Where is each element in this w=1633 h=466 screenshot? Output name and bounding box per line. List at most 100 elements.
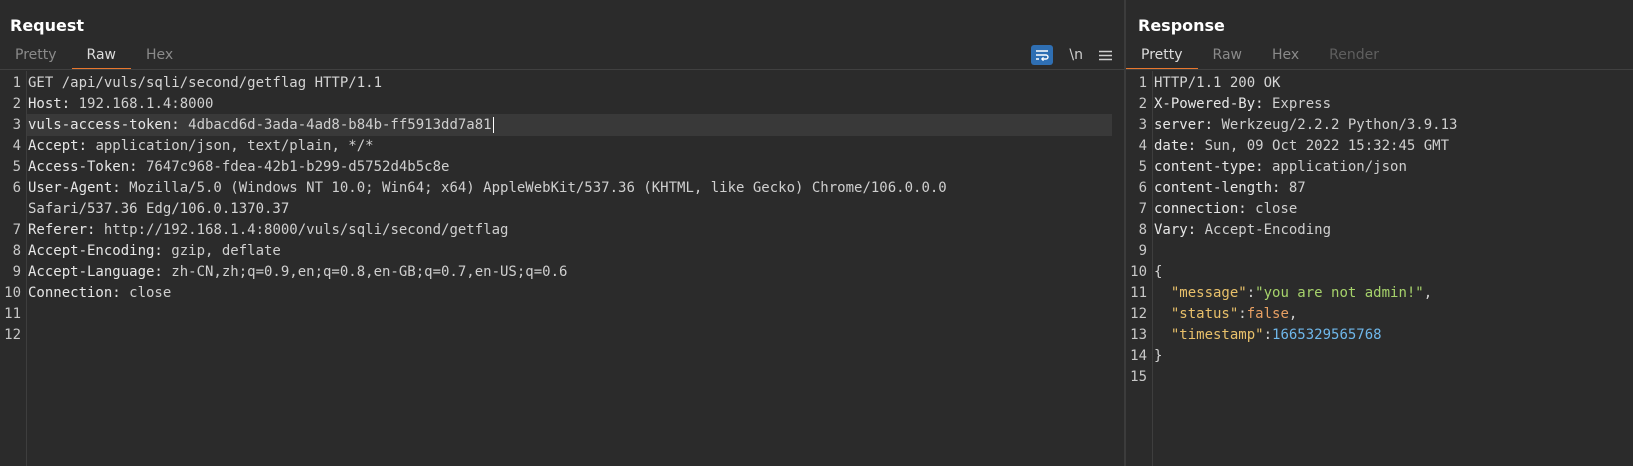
response-title: Response — [1138, 16, 1225, 35]
line-content: Vary: Accept-Encoding — [1154, 219, 1633, 241]
header-value: 192.168.1.4:8000 — [70, 96, 214, 112]
header-name: Referer: — [28, 222, 96, 238]
line-content: Host: 192.168.1.4:8000 — [28, 93, 1124, 115]
hamburger-menu-icon[interactable] — [1099, 50, 1112, 61]
editor-line: 3 vuls-access-token: 4dbacd6d-3ada-4ad8-b… — [0, 114, 1124, 136]
line-content: "timestamp":1665329565768 — [1154, 324, 1633, 346]
line-number: 2 — [12, 96, 21, 112]
editor-line: 15 — [1126, 366, 1633, 388]
request-tab-hex[interactable]: Hex — [131, 44, 188, 68]
response-editor[interactable]: 1 HTTP/1.1 200 OK 2 X-Powered-By: Express 3 s… — [1126, 71, 1633, 466]
line-text: } — [1154, 348, 1163, 364]
line-content: date: Sun, 09 Oct 2022 15:32:45 GMT — [1154, 135, 1633, 157]
line-number: 12 — [1130, 306, 1147, 322]
line-content: vuls-access-token: 4dbacd6d-3ada-4ad8-b8… — [28, 114, 1124, 136]
editor-line: 4 Accept: application/json, text/plain, *… — [0, 135, 1124, 157]
header-name: Accept-Encoding: — [28, 243, 163, 259]
json-token: "status" — [1170, 306, 1239, 322]
header-name: Host: — [28, 96, 71, 112]
editor-line: 2 X-Powered-By: Express — [1126, 93, 1633, 115]
header-value: Express — [1263, 96, 1332, 112]
editor-line: 10 { — [1126, 261, 1633, 283]
line-content: User-Agent: Mozilla/5.0 (Windows NT 10.0… — [28, 177, 1124, 199]
line-number: 14 — [1130, 348, 1147, 364]
line-content: server: Werkzeug/2.2.2 Python/3.9.13 — [1154, 114, 1633, 136]
line-number: 15 — [1130, 369, 1147, 385]
json-token: "you are not admin!" — [1255, 285, 1424, 301]
line-number: 7 — [1138, 201, 1147, 217]
line-number: 9 — [12, 264, 21, 280]
line-content: Connection: close — [28, 282, 1124, 304]
editor-line: 11 "message":"you are not admin!", — [1126, 282, 1633, 304]
header-name: vuls-access-token: — [28, 117, 180, 133]
line-number: 1 — [1138, 75, 1147, 91]
line-number: 8 — [12, 243, 21, 259]
line-number: 8 — [1138, 222, 1147, 238]
line-content: Accept: application/json, text/plain, */… — [28, 135, 1124, 157]
line-number: 6 — [1138, 180, 1147, 196]
editor-line: 4 date: Sun, 09 Oct 2022 15:32:45 GMT — [1126, 135, 1633, 157]
json-token: : — [1263, 327, 1273, 343]
header-value: Sun, 09 Oct 2022 15:32:45 GMT — [1196, 138, 1450, 154]
editor-line: 12 — [0, 324, 1124, 346]
line-content: content-length: 87 — [1154, 177, 1633, 199]
request-tabs: Pretty Raw Hex — [0, 44, 188, 70]
editor-line: 9 Accept-Language: zh-CN,zh;q=0.9,en;q=0.… — [0, 261, 1124, 283]
request-tab-raw[interactable]: Raw — [71, 44, 132, 70]
request-toolbar: \n — [1031, 44, 1112, 66]
request-editor[interactable]: 1 GET /api/vuls/sqli/second/getflag HTTP/… — [0, 71, 1124, 466]
line-number: 4 — [1138, 138, 1147, 154]
header-name: Accept: — [28, 138, 88, 154]
header-value: close — [120, 285, 172, 301]
header-value: 7647c968-fdea-42b1-b299-d5752d4b5c8e — [137, 159, 450, 175]
header-name: date: — [1154, 138, 1197, 154]
tabs-divider — [0, 69, 1124, 70]
response-tab-hex[interactable]: Hex — [1257, 44, 1314, 68]
line-number: 1 — [12, 75, 21, 91]
tabs-divider — [1126, 69, 1633, 70]
line-text: { — [1154, 264, 1163, 280]
show-newlines-button[interactable]: \n — [1069, 47, 1083, 63]
line-content: "status":false, — [1154, 303, 1633, 325]
response-tab-render[interactable]: Render — [1314, 44, 1394, 68]
header-name: Vary: — [1154, 222, 1197, 238]
json-token: , — [1423, 285, 1433, 301]
header-value: Accept-Encoding — [1196, 222, 1332, 238]
editor-line: 6 content-length: 87 — [1126, 177, 1633, 199]
line-content: Safari/537.36 Edg/106.0.1370.37 — [28, 198, 1124, 220]
header-name: content-type: — [1154, 159, 1264, 175]
header-value: http://192.168.1.4:8000/vuls/sqli/second… — [95, 222, 509, 238]
header-name: connection: — [1154, 201, 1247, 217]
editor-line: 5 Access-Token: 7647c968-fdea-42b1-b299-d… — [0, 156, 1124, 178]
line-content: "message":"you are not admin!", — [1154, 282, 1633, 304]
request-tab-pretty[interactable]: Pretty — [0, 44, 72, 68]
header-value: 87 — [1280, 180, 1306, 196]
response-tab-raw[interactable]: Raw — [1198, 44, 1257, 68]
editor-line: 12 "status":false, — [1126, 303, 1633, 325]
json-token: , — [1288, 306, 1298, 322]
line-content: GET /api/vuls/sqli/second/getflag HTTP/1… — [28, 72, 1124, 94]
line-number: 12 — [4, 327, 21, 343]
request-pane: Request Pretty Raw Hex \n 1 GET /api/vuls… — [0, 0, 1124, 466]
line-number: 4 — [12, 138, 21, 154]
line-text: GET /api/vuls/sqli/second/getflag HTTP/1… — [28, 75, 383, 91]
line-content: Accept-Language: zh-CN,zh;q=0.9,en;q=0.8… — [28, 261, 1124, 283]
response-tab-pretty[interactable]: Pretty — [1126, 44, 1198, 70]
line-content: Referer: http://192.168.1.4:8000/vuls/sq… — [28, 219, 1124, 241]
editor-line: 7 connection: close — [1126, 198, 1633, 220]
line-content: connection: close — [1154, 198, 1633, 220]
editor-line: 7 Referer: http://192.168.1.4:8000/vuls/s… — [0, 219, 1124, 241]
header-name: Connection: — [28, 285, 121, 301]
header-name: Accept-Language: — [28, 264, 163, 280]
line-number: 3 — [1138, 117, 1147, 133]
editor-line: Safari/537.36 Edg/106.0.1370.37 — [0, 198, 1124, 220]
line-content: } — [1154, 345, 1633, 367]
editor-line: 2 Host: 192.168.1.4:8000 — [0, 93, 1124, 115]
json-token: "message" — [1170, 285, 1247, 301]
line-number: 6 — [12, 180, 21, 196]
line-content: Accept-Encoding: gzip, deflate — [28, 240, 1124, 262]
wrap-lines-icon[interactable] — [1031, 45, 1054, 65]
line-content: X-Powered-By: Express — [1154, 93, 1633, 115]
